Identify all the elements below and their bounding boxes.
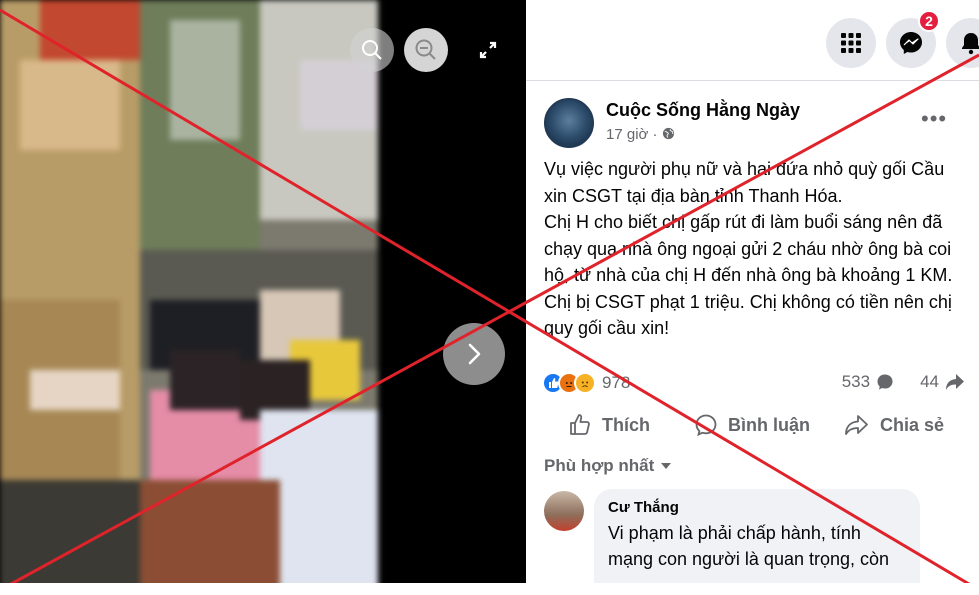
comment-label: Bình luận <box>728 414 810 435</box>
post-author[interactable]: Cuộc Sống Hằng Ngày <box>606 100 800 121</box>
caret-down-icon <box>661 463 672 469</box>
post-time-text: 17 giờ · <box>606 126 658 143</box>
zoom-in-button[interactable] <box>350 28 394 72</box>
menu-button[interactable] <box>826 18 876 68</box>
comment-count[interactable]: 533 <box>842 372 870 392</box>
chevron-right-icon <box>468 343 481 365</box>
fullscreen-icon <box>479 41 497 59</box>
top-navigation: 2 <box>526 0 979 80</box>
comment-text: Vi phạm là phải chấp hành, tính mạng con… <box>608 523 890 569</box>
commenter-avatar[interactable] <box>544 491 584 531</box>
comment-count-icon <box>877 374 893 390</box>
globe-icon <box>662 127 674 140</box>
share-label: Chia sẻ <box>880 414 945 435</box>
sad-reaction-icon <box>574 372 596 394</box>
post-body: Vụ việc người phụ nữ và hai đứa nhỏ quỳ … <box>544 156 969 342</box>
notifications-button[interactable] <box>946 18 979 68</box>
more-options-button[interactable]: ••• <box>921 106 947 132</box>
like-button[interactable]: Thích <box>568 404 650 446</box>
photo-viewer <box>0 0 526 595</box>
messenger-badge: 2 <box>918 10 940 32</box>
topbar-divider <box>526 80 979 81</box>
sort-label: Phù hợp nhất <box>544 456 655 475</box>
zoom-out-icon <box>415 39 436 60</box>
engagement-counts: 533 44 <box>842 372 965 392</box>
messenger-button[interactable]: 2 <box>886 10 940 68</box>
next-photo-button[interactable] <box>443 323 505 385</box>
comment-sort-dropdown[interactable]: Phù hợp nhất <box>544 456 672 476</box>
share-count-icon <box>946 374 964 390</box>
post-photo[interactable] <box>0 0 378 595</box>
commenter-name[interactable]: Cư Thắng <box>608 499 906 516</box>
zoom-in-icon <box>362 40 382 60</box>
comment-bubble: Cư Thắng Vi phạm là phải chấp hành, tính… <box>594 489 920 595</box>
post-text-line: Chị H cho biết chị gấp rút đi làm buổi s… <box>544 212 953 338</box>
share-icon <box>845 415 868 435</box>
bell-icon <box>962 33 979 55</box>
caption-strip <box>0 583 979 595</box>
grid-menu-icon <box>841 33 861 53</box>
comment-button[interactable]: Bình luận <box>694 404 810 446</box>
share-count[interactable]: 44 <box>920 372 939 392</box>
reactions-summary[interactable]: 978 <box>542 370 630 396</box>
post-panel: 2 Cuộc Sống Hằng Ngày 17 giờ · ••• Vụ vi… <box>526 0 979 595</box>
reaction-count: 978 <box>602 373 631 392</box>
share-button[interactable]: Chia sẻ <box>844 404 944 446</box>
messenger-icon <box>900 32 922 54</box>
post-actions: Thích Bình luận Chia sẻ <box>526 404 979 446</box>
fullscreen-button[interactable] <box>472 34 504 66</box>
post-text-line: Vụ việc người phụ nữ và hai đứa nhỏ quỳ … <box>544 159 945 206</box>
comment-icon <box>695 414 717 437</box>
thumbs-up-icon <box>570 414 590 435</box>
post-time[interactable]: 17 giờ · <box>606 126 675 143</box>
like-label: Thích <box>602 414 650 435</box>
page-avatar[interactable] <box>544 98 594 148</box>
zoom-out-button[interactable] <box>404 28 448 72</box>
